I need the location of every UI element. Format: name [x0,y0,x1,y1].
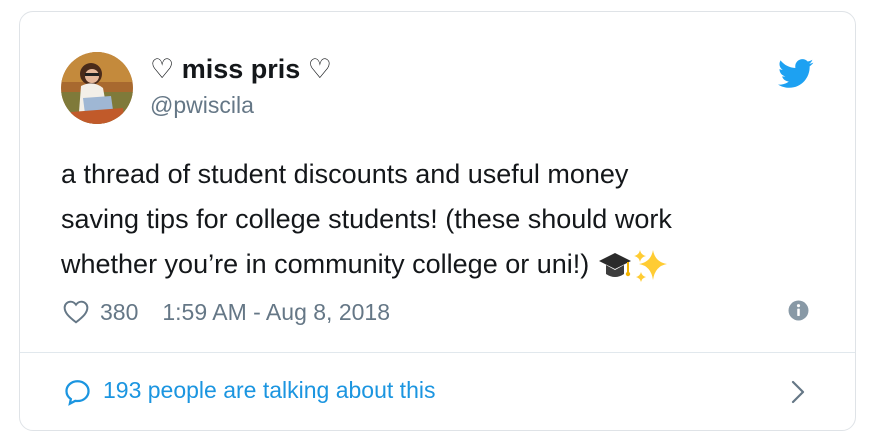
tweet-meta: 380 1:59 AM - Aug 8, 2018 [63,296,390,328]
sparkles-icon [633,249,667,282]
tweet-text-line: saving tips for college students! (these… [61,204,672,234]
speech-bubble-icon [65,380,90,406]
tweet-text-line: a thread of student discounts and useful… [61,159,629,189]
conversation-count-label: 193 people are talking about this [103,377,436,403]
tweet-card: ♡ miss pris ♡ @pwiscila a thread of stud… [19,11,856,431]
display-name[interactable]: ♡ miss pris ♡ [150,54,332,85]
chevron-right-icon [791,380,805,404]
info-circle-icon[interactable] [788,300,809,321]
avatar-photo [61,52,133,124]
like-count[interactable]: 380 [100,299,138,326]
tweet-timestamp[interactable]: 1:59 AM - Aug 8, 2018 [162,299,390,326]
conversation-link[interactable]: 193 people are talking about this [20,353,855,431]
avatar[interactable] [61,52,133,124]
tweet-text: a thread of student discounts and useful… [61,152,831,287]
user-handle[interactable]: @pwiscila [150,92,254,119]
tweet-text-line-content: whether you’re in community college or u… [61,249,590,279]
twitter-bird-icon[interactable] [778,59,814,89]
heart-outline-icon[interactable] [63,300,89,324]
graduation-cap-icon [598,252,631,277]
tweet-text-line-last: whether you’re in community college or u… [61,242,831,287]
